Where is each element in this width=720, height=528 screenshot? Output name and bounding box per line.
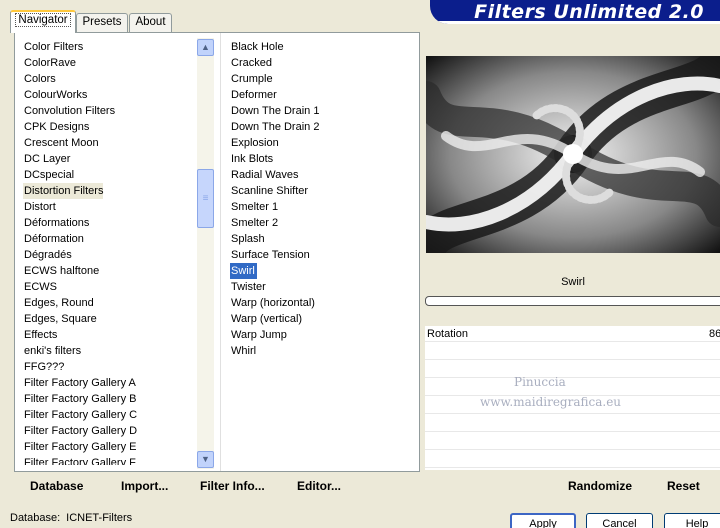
tab-navigator-label: Navigator bbox=[15, 13, 71, 27]
filter-list-item[interactable]: Smelter 1 bbox=[230, 199, 279, 215]
list-divider bbox=[220, 33, 221, 471]
swirl-preview-image bbox=[426, 56, 720, 253]
parameter-label: Rotation bbox=[427, 328, 468, 340]
filter-list-item[interactable]: Warp (horizontal) bbox=[230, 295, 316, 311]
randomize-button[interactable]: Randomize bbox=[568, 478, 632, 494]
category-list-item[interactable]: Colors bbox=[23, 71, 57, 87]
category-list-item[interactable]: Distort bbox=[23, 199, 57, 215]
category-list-item[interactable]: Filter Factory Gallery A bbox=[23, 375, 137, 391]
filter-list-item[interactable]: Warp Jump bbox=[230, 327, 288, 343]
category-list-item[interactable]: ECWS halftone bbox=[23, 263, 100, 279]
database-button[interactable]: Database bbox=[30, 478, 83, 494]
parameter-row-empty bbox=[425, 344, 720, 360]
filter-list-item[interactable]: Down The Drain 1 bbox=[230, 103, 320, 119]
category-list-item[interactable]: Filter Factory Gallery D bbox=[23, 423, 138, 439]
filter-list-item[interactable]: Smelter 2 bbox=[230, 215, 279, 231]
filter-list-item[interactable]: Crumple bbox=[230, 71, 274, 87]
parameter-row-empty bbox=[425, 452, 720, 468]
category-list-item[interactable]: ColourWorks bbox=[23, 87, 88, 103]
status-label: Database: bbox=[10, 512, 61, 524]
category-list-item[interactable]: enki's filters bbox=[23, 343, 82, 359]
filter-list-item[interactable]: Scanline Shifter bbox=[230, 183, 309, 199]
banner-strip bbox=[430, 21, 720, 24]
category-list-item[interactable]: Déformation bbox=[23, 231, 85, 247]
tab-about[interactable]: About bbox=[129, 13, 172, 32]
category-list-item[interactable]: ECWS bbox=[23, 279, 58, 295]
import-button[interactable]: Import... bbox=[121, 478, 168, 494]
filter-list-item[interactable]: Cracked bbox=[230, 55, 273, 71]
category-list-item[interactable]: CPK Designs bbox=[23, 119, 90, 135]
parameter-row-empty bbox=[425, 416, 720, 432]
filter-list-item[interactable]: Warp (vertical) bbox=[230, 311, 303, 327]
category-list-item[interactable]: ColorRave bbox=[23, 55, 77, 71]
filter-list-item[interactable]: Ink Blots bbox=[230, 151, 274, 167]
chevron-down-icon[interactable]: ▼ bbox=[197, 451, 214, 468]
tab-presets[interactable]: Presets bbox=[76, 13, 128, 32]
category-list-item[interactable]: DC Layer bbox=[23, 151, 71, 167]
navigator-panel: Color Filters ColorRave Colors ColourWorks C… bbox=[14, 32, 420, 472]
chevron-up-icon[interactable]: ▲ bbox=[197, 39, 214, 56]
tab-about-label: About bbox=[135, 16, 166, 28]
filter-list-item[interactable]: Whirl bbox=[230, 343, 257, 359]
parameter-row-rotation[interactable]: Rotation 86 bbox=[425, 326, 720, 342]
category-list-item[interactable]: Convolution Filters bbox=[23, 103, 116, 119]
filter-list-item[interactable]: Down The Drain 2 bbox=[230, 119, 320, 135]
filter-list-item[interactable]: Splash bbox=[230, 231, 266, 247]
category-list-item[interactable]: FFG??? bbox=[23, 359, 65, 375]
filter-list-item[interactable]: Radial Waves bbox=[230, 167, 299, 183]
category-list-item[interactable]: Filter Factory Gallery F bbox=[23, 455, 137, 465]
category-list-item[interactable]: Crescent Moon bbox=[23, 135, 100, 151]
category-list-item[interactable]: DCspecial bbox=[23, 167, 75, 183]
status-value: ICNET-Filters bbox=[66, 512, 133, 524]
reset-button[interactable]: Reset bbox=[667, 478, 700, 494]
filter-list-item[interactable]: Swirl bbox=[230, 263, 257, 279]
filter-list-item[interactable]: Twister bbox=[230, 279, 267, 295]
category-list-item[interactable]: Filter Factory Gallery B bbox=[23, 391, 137, 407]
parameter-row-empty bbox=[425, 434, 720, 450]
filter-list-item[interactable]: Black Hole bbox=[230, 39, 285, 55]
apply-button[interactable]: Apply bbox=[510, 513, 576, 528]
category-list-item[interactable]: Distortion Filters bbox=[23, 183, 103, 199]
category-list-item[interactable]: Filter Factory Gallery C bbox=[23, 407, 138, 423]
tab-presets-label: Presets bbox=[82, 16, 122, 28]
category-scrollbar[interactable]: ▲ ≡ ▼ bbox=[197, 38, 214, 469]
category-list-item[interactable]: Déformations bbox=[23, 215, 90, 231]
category-list-item[interactable]: Edges, Round bbox=[23, 295, 95, 311]
filter-list-item[interactable]: Explosion bbox=[230, 135, 280, 151]
filter-info-button[interactable]: Filter Info... bbox=[200, 478, 265, 494]
category-list-item[interactable]: Filter Factory Gallery E bbox=[23, 439, 137, 455]
tab-navigator[interactable]: Navigator bbox=[10, 10, 76, 33]
grip-icon: ≡ bbox=[202, 193, 209, 204]
tab-bar: Navigator Presets About bbox=[0, 0, 430, 33]
help-button[interactable]: Help bbox=[664, 513, 720, 528]
filter-list-item[interactable]: Deformer bbox=[230, 87, 278, 103]
cancel-button[interactable]: Cancel bbox=[586, 513, 653, 528]
category-list[interactable]: Color Filters ColorRave Colors ColourWorks C… bbox=[23, 39, 203, 465]
scrollbar-thumb[interactable]: ≡ bbox=[197, 169, 214, 228]
watermark-line-1: Pinuccia bbox=[514, 375, 566, 389]
watermark-line-2: www.maidiregrafica.eu bbox=[480, 395, 622, 409]
app-title: Filters Unlimited 2.0 bbox=[474, 1, 704, 23]
category-list-item[interactable]: Dégradés bbox=[23, 247, 73, 263]
parameter-value: 86 bbox=[709, 328, 720, 340]
status-bar: Database: ICNET-Filters bbox=[10, 512, 132, 524]
category-list-item[interactable]: Color Filters bbox=[23, 39, 84, 55]
filter-list[interactable]: Black Hole Cracked Crumple Deformer Down The… bbox=[230, 39, 415, 465]
title-banner: Filters Unlimited 2.0 bbox=[430, 0, 720, 24]
progress-track bbox=[425, 296, 720, 306]
category-list-item[interactable]: Edges, Square bbox=[23, 311, 98, 327]
filter-preview bbox=[426, 56, 720, 253]
filter-name-label: Swirl bbox=[561, 276, 585, 288]
watermark: Pinuccia www.maidiregrafica.eu bbox=[480, 372, 621, 412]
category-list-item[interactable]: Effects bbox=[23, 327, 58, 343]
filter-list-item[interactable]: Surface Tension bbox=[230, 247, 311, 263]
editor-button[interactable]: Editor... bbox=[297, 478, 341, 494]
